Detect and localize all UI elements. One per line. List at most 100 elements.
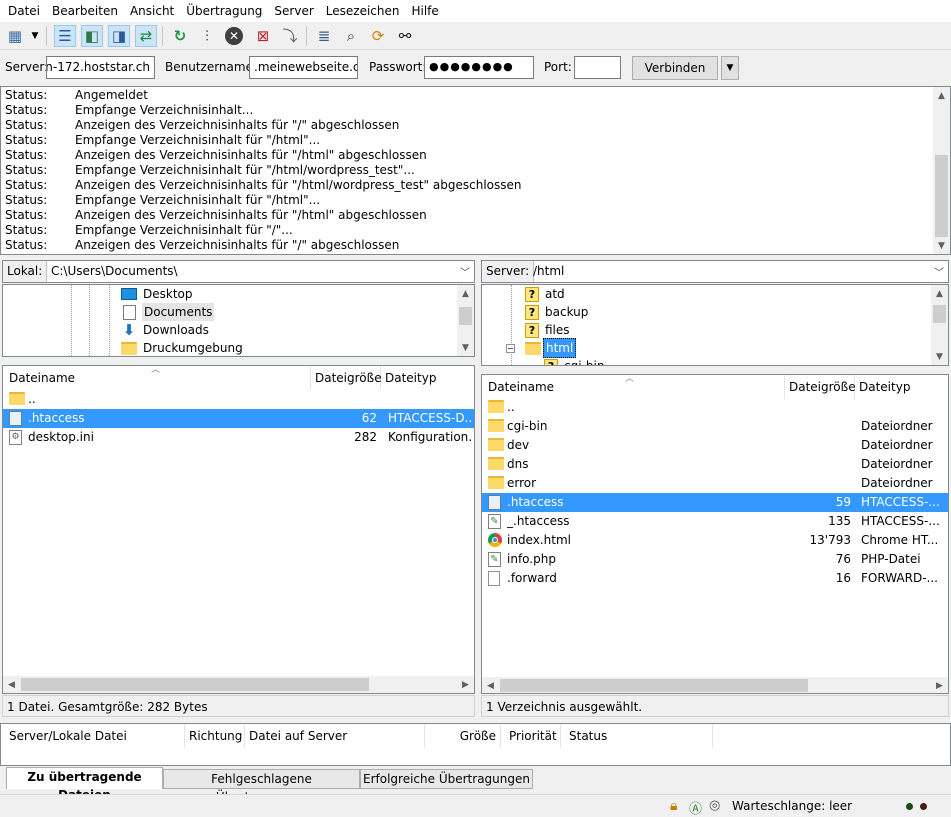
file-row[interactable]: dns Dateiordner [482, 455, 948, 474]
filter-icon[interactable]: ≣ [313, 25, 335, 47]
site-manager-icon[interactable]: ▦ [4, 25, 26, 47]
queue-col-size[interactable]: Größe [425, 724, 501, 748]
menu-hilfe[interactable]: Hilfe [407, 0, 442, 22]
compare-icon[interactable]: ⌕ [340, 25, 362, 47]
queue-col-priority[interactable]: Priorität [505, 724, 561, 748]
username-input[interactable]: .meinewebseite.ch [249, 56, 358, 79]
tree-item-html[interactable]: − html [506, 338, 577, 358]
tree-item-files[interactable]: ? files [525, 321, 570, 339]
process-queue-icon[interactable]: ⫶ [196, 25, 218, 47]
toggle-remote-tree-icon[interactable]: ◨ [108, 25, 130, 47]
remote-col-name[interactable]: Dateiname [484, 375, 785, 399]
reconnect-icon[interactable]: ⤵ [279, 25, 301, 47]
queue-col-direction[interactable]: Richtung [185, 724, 245, 748]
file-row[interactable]: cgi-bin Dateiordner [482, 417, 948, 436]
search-icon[interactable]: ⚯ [394, 25, 416, 47]
scroll-left-icon[interactable]: ◀ [3, 676, 20, 693]
menu-uebertragung[interactable]: Übertragung [182, 0, 266, 22]
file-name: index.html [507, 533, 571, 547]
menu-server[interactable]: Server [270, 0, 317, 22]
gauge-icon[interactable]: ◎ [709, 798, 720, 813]
local-hscrollbar[interactable]: ◀ ▶ [3, 676, 474, 693]
local-tree-scrollbar[interactable]: ▲ ▼ [457, 285, 474, 356]
scroll-up-icon[interactable]: ▲ [457, 285, 474, 302]
collapse-icon[interactable]: − [506, 343, 515, 353]
toggle-local-tree-icon[interactable]: ◧ [81, 25, 103, 47]
connect-dropdown-icon[interactable]: ▼ [721, 56, 739, 80]
scroll-thumb[interactable] [933, 305, 946, 323]
file-row[interactable]: error Dateiordner [482, 474, 948, 493]
queue-col-remote[interactable]: Datei auf Server [245, 724, 425, 748]
refresh-icon[interactable]: ↻ [169, 25, 191, 47]
tree-item-backup[interactable]: ? backup [525, 303, 588, 321]
remote-col-size[interactable]: Dateigröße [785, 375, 856, 399]
file-row[interactable]: .htaccess 59 HTACCESS-... [482, 493, 948, 512]
scroll-down-icon[interactable]: ▼ [933, 237, 950, 254]
tab-successful[interactable]: Erfolgreiche Übertragungen [360, 769, 533, 789]
chevron-down-icon[interactable]: ﹀ [460, 264, 470, 279]
scroll-left-icon[interactable]: ◀ [482, 677, 499, 693]
remote-hscrollbar[interactable]: ◀ ▶ [482, 677, 948, 693]
scroll-up-icon[interactable]: ▲ [933, 87, 950, 104]
queue-col-file[interactable]: Server/Lokale Datei [5, 724, 185, 748]
log-scrollbar[interactable]: ▲ ▼ [933, 87, 950, 254]
file-name: _.htaccess [507, 514, 570, 528]
tab-queued[interactable]: Zu übertragende Dateien [6, 767, 163, 802]
file-row[interactable]: .forward 16 FORWARD-... [482, 569, 948, 588]
site-manager-dropdown-icon[interactable]: ▼ [28, 25, 42, 47]
file-name: .. [28, 392, 36, 406]
file-row[interactable]: ⚙ desktop.ini 282 Konfiguration... [3, 428, 474, 447]
disconnect-icon[interactable]: ⊠ [252, 25, 274, 47]
local-col-type[interactable]: Dateityp [381, 366, 474, 390]
tree-item-druckumgebung[interactable]: Druckumgebung [121, 339, 243, 356]
file-row[interactable]: ✎ info.php 76 PHP-Datei [482, 550, 948, 569]
file-row[interactable]: .. [3, 390, 474, 409]
scroll-right-icon[interactable]: ▶ [457, 676, 474, 693]
tree-item-downloads[interactable]: ⬇ Downloads [121, 321, 209, 339]
queue-col-status[interactable]: Status [565, 724, 713, 748]
toggle-queue-icon[interactable]: ⇄ [135, 25, 157, 47]
scroll-up-icon[interactable]: ▲ [931, 285, 948, 302]
remote-tree-scrollbar[interactable]: ▲ ▼ [931, 285, 948, 365]
scroll-thumb[interactable] [459, 307, 472, 325]
log-entry: Status: Empfange Verzeichnisinhalt für "/… [1, 133, 931, 148]
tree-item-atd[interactable]: ? atd [525, 285, 565, 303]
server-input[interactable]: gin-172.hoststar.ch [46, 56, 155, 79]
menu-datei[interactable]: Datei [4, 0, 44, 22]
tree-item-cgi-bin[interactable]: ? cgi-bin [544, 357, 604, 365]
menu-lesezeichen[interactable]: Lesezeichen [322, 0, 404, 22]
tab-failed[interactable]: Fehlgeschlagene Übertragungen [163, 769, 360, 804]
file-row[interactable]: ✎ _.htaccess 135 HTACCESS-... [482, 512, 948, 531]
remote-path-input[interactable]: /html [533, 264, 564, 278]
file-row[interactable]: index.html 13'793 Chrome HT... [482, 531, 948, 550]
sync-browse-icon[interactable]: ⟳ [367, 25, 389, 47]
file-row[interactable]: .htaccess 62 HTACCESS-D... [3, 409, 474, 428]
speed-limit-icon[interactable]: Ⓐ [689, 798, 702, 817]
chevron-down-icon[interactable]: ﹀ [934, 264, 944, 279]
menu-ansicht[interactable]: Ansicht [126, 0, 178, 22]
port-input[interactable] [574, 56, 621, 79]
scroll-thumb[interactable] [935, 155, 948, 237]
local-col-name[interactable]: Dateiname [5, 366, 311, 390]
file-row[interactable]: .. [482, 398, 948, 417]
tree-item-desktop[interactable]: Desktop [121, 285, 193, 303]
connect-button[interactable]: Verbinden [632, 56, 718, 80]
scroll-thumb[interactable] [500, 679, 808, 692]
documents-icon [123, 304, 136, 320]
unknown-folder-icon: ? [525, 322, 539, 338]
scroll-right-icon[interactable]: ▶ [931, 677, 948, 693]
file-row[interactable]: dev Dateiordner [482, 436, 948, 455]
cancel-icon[interactable]: ✕ [223, 25, 245, 47]
password-input[interactable]: ●●●●●●●● [424, 56, 534, 79]
scroll-down-icon[interactable]: ▼ [931, 348, 948, 365]
menu-bearbeiten[interactable]: Bearbeiten [48, 0, 122, 22]
log-message: Empfange Verzeichnisinhalt für "/"... [75, 223, 293, 237]
tree-item-documents[interactable]: Documents [121, 303, 215, 321]
remote-col-type[interactable]: Dateityp [855, 375, 948, 399]
scroll-down-icon[interactable]: ▼ [457, 339, 474, 356]
toggle-log-icon[interactable]: ☰ [54, 25, 76, 47]
local-col-size[interactable]: Dateigröße [311, 366, 382, 390]
scroll-thumb[interactable] [21, 678, 369, 691]
log-status: Status: [5, 193, 48, 207]
local-path-input[interactable]: C:\Users\Documents\ [51, 264, 178, 278]
